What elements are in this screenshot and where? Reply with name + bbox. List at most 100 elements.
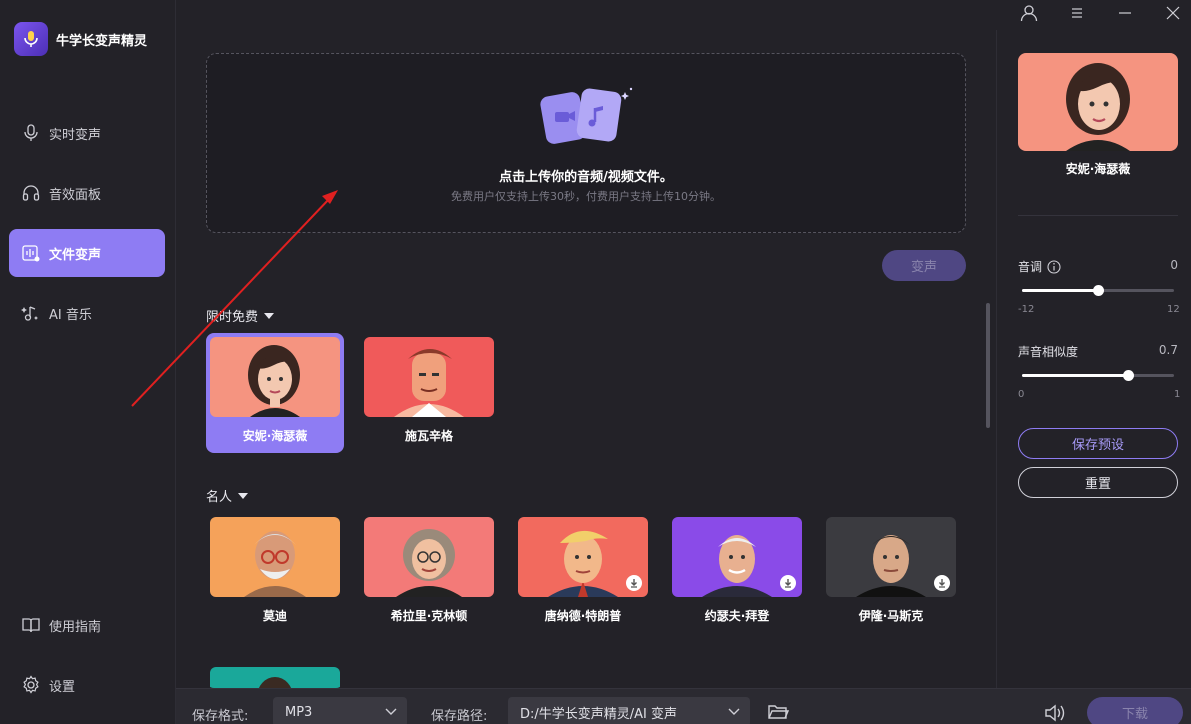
sidebar-item-label: 音效面板	[49, 187, 102, 203]
sidebar-item-label: AI 音乐	[49, 307, 92, 323]
format-select[interactable]: MP3	[273, 697, 407, 724]
caret-down-icon	[264, 312, 275, 319]
avatar	[364, 517, 494, 597]
voice-name: 安妮·海瑟薇	[242, 429, 308, 443]
voice-name: 希拉里·克林顿	[390, 609, 468, 623]
folder-icon[interactable]	[767, 703, 789, 721]
voice-name: 施瓦辛格	[404, 429, 453, 443]
avatar	[210, 517, 340, 597]
similarity-label-text: 声音相似度	[1018, 345, 1079, 359]
sidebar-item-settings[interactable]: 设置	[9, 661, 165, 709]
slider-fill	[1022, 374, 1129, 377]
pitch-label-text: 音调	[1018, 260, 1043, 274]
headphones-icon	[22, 185, 40, 201]
section-title-free[interactable]: 限时免费	[206, 306, 275, 325]
path-label: 保存路径:	[431, 709, 488, 724]
pitch-max: 12	[1167, 304, 1180, 315]
voice-name: 唐纳德·特朗普	[544, 609, 622, 623]
bottom-bar: 保存格式: MP3 保存路径: D:/牛学长变声精灵/AI 变声	[176, 688, 1191, 724]
music-sparkle-icon	[21, 306, 38, 321]
brand: 牛学长变声精灵	[14, 22, 147, 56]
path-value: D:/牛学长变声精灵/AI 变声	[520, 706, 678, 722]
slider-thumb[interactable]	[1093, 285, 1104, 296]
voice-card-hillary[interactable]: 希拉里·克林顿	[360, 513, 498, 633]
volume-icon[interactable]	[1043, 703, 1067, 723]
path-select[interactable]: D:/牛学长变声精灵/AI 变声	[508, 697, 750, 724]
pitch-min: -12	[1018, 304, 1035, 315]
voice-card-schwarzenegger[interactable]: 施瓦辛格	[360, 333, 498, 453]
sidebar-item-guide[interactable]: 使用指南	[9, 601, 165, 649]
sidebar-item-ai-music[interactable]: AI 音乐	[9, 289, 165, 337]
convert-button[interactable]: 变声	[882, 250, 966, 281]
section-label: 名人	[206, 490, 233, 505]
close-button[interactable]	[1161, 2, 1185, 24]
scrollbar[interactable]	[986, 303, 990, 428]
microphone-icon	[24, 124, 38, 141]
reset-button[interactable]: 重置	[1018, 467, 1178, 498]
close-icon	[1166, 6, 1180, 20]
sidebar-item-label: 设置	[49, 679, 76, 695]
voice-name: 约瑟夫·拜登	[704, 609, 770, 623]
avatar	[364, 337, 494, 417]
avatar	[210, 337, 340, 417]
chevron-down-icon	[728, 708, 740, 715]
minimize-button[interactable]	[1113, 2, 1137, 24]
upload-subtitle: 免费用户仅支持上传30秒，付费用户支持上传10分钟。	[451, 190, 721, 203]
minimize-icon	[1119, 12, 1131, 14]
app-name: 牛学长变声精灵	[56, 33, 148, 49]
sidebar-item-realtime[interactable]: 实时变声	[9, 109, 165, 157]
app-logo-icon	[14, 22, 48, 56]
voice-card-biden[interactable]: 约瑟夫·拜登	[668, 513, 806, 633]
sidebar-item-label: 文件变声	[49, 247, 102, 263]
avatar	[210, 667, 340, 688]
user-icon	[1020, 5, 1038, 22]
section-label: 限时免费	[206, 310, 259, 325]
sidebar-item-effects[interactable]: 音效面板	[9, 169, 165, 217]
sidebar: 牛学长变声精灵 实时变声 音效面板 文件变声 AI 音乐 使用指南 设置	[0, 0, 176, 724]
sidebar-item-file-voice[interactable]: 文件变声	[9, 229, 165, 277]
download-icon[interactable]	[626, 575, 642, 591]
pitch-label: 音调	[1018, 258, 1061, 275]
section-title-celebrities[interactable]: 名人	[206, 486, 249, 505]
avatar	[518, 517, 648, 597]
caret-down-icon	[238, 492, 249, 499]
book-icon	[22, 618, 40, 633]
voice-card-trump[interactable]: 唐纳德·特朗普	[514, 513, 652, 633]
sidebar-item-label: 使用指南	[49, 619, 102, 635]
menu-icon	[1072, 8, 1082, 18]
file-audio-icon	[22, 245, 40, 262]
voice-card-modi[interactable]: 莫迪	[206, 513, 344, 633]
similarity-max: 1	[1174, 389, 1181, 400]
user-button[interactable]	[1017, 2, 1041, 24]
download-button[interactable]: 下载	[1087, 697, 1183, 724]
voice-card-partial[interactable]	[206, 663, 344, 688]
sidebar-item-label: 实时变声	[49, 127, 102, 143]
pitch-value: 0	[1170, 258, 1178, 272]
format-value: MP3	[285, 704, 313, 720]
upload-dropzone[interactable]: 点击上传你的音频/视频文件。 免费用户仅支持上传30秒，付费用户支持上传10分钟…	[206, 53, 966, 233]
voice-name: 伊隆·马斯克	[858, 609, 924, 623]
save-preset-button[interactable]: 保存预设	[1018, 428, 1178, 459]
voice-name: 莫迪	[262, 609, 287, 623]
download-icon[interactable]	[934, 575, 950, 591]
chevron-down-icon	[385, 708, 397, 715]
slider-fill	[1022, 289, 1098, 292]
similarity-label: 声音相似度	[1018, 343, 1078, 360]
menu-button[interactable]	[1065, 2, 1089, 24]
download-icon[interactable]	[780, 575, 796, 591]
gear-icon	[23, 675, 39, 694]
selected-voice-avatar	[1018, 53, 1178, 151]
similarity-slider[interactable]	[1022, 370, 1174, 381]
pitch-slider[interactable]	[1022, 285, 1174, 296]
avatar	[672, 517, 802, 597]
similarity-value: 0.7	[1158, 343, 1178, 357]
voice-card-musk[interactable]: 伊隆·马斯克	[822, 513, 960, 633]
format-label: 保存格式:	[192, 709, 249, 724]
info-icon[interactable]	[1047, 259, 1061, 274]
selected-voice-name: 安妮·海瑟薇	[1065, 162, 1131, 176]
voice-card-anne[interactable]: 安妮·海瑟薇	[206, 333, 344, 453]
divider	[1018, 215, 1178, 216]
upload-title: 点击上传你的音频/视频文件。	[499, 170, 673, 185]
upload-media-icon	[540, 87, 633, 144]
similarity-min: 0	[1018, 389, 1025, 400]
